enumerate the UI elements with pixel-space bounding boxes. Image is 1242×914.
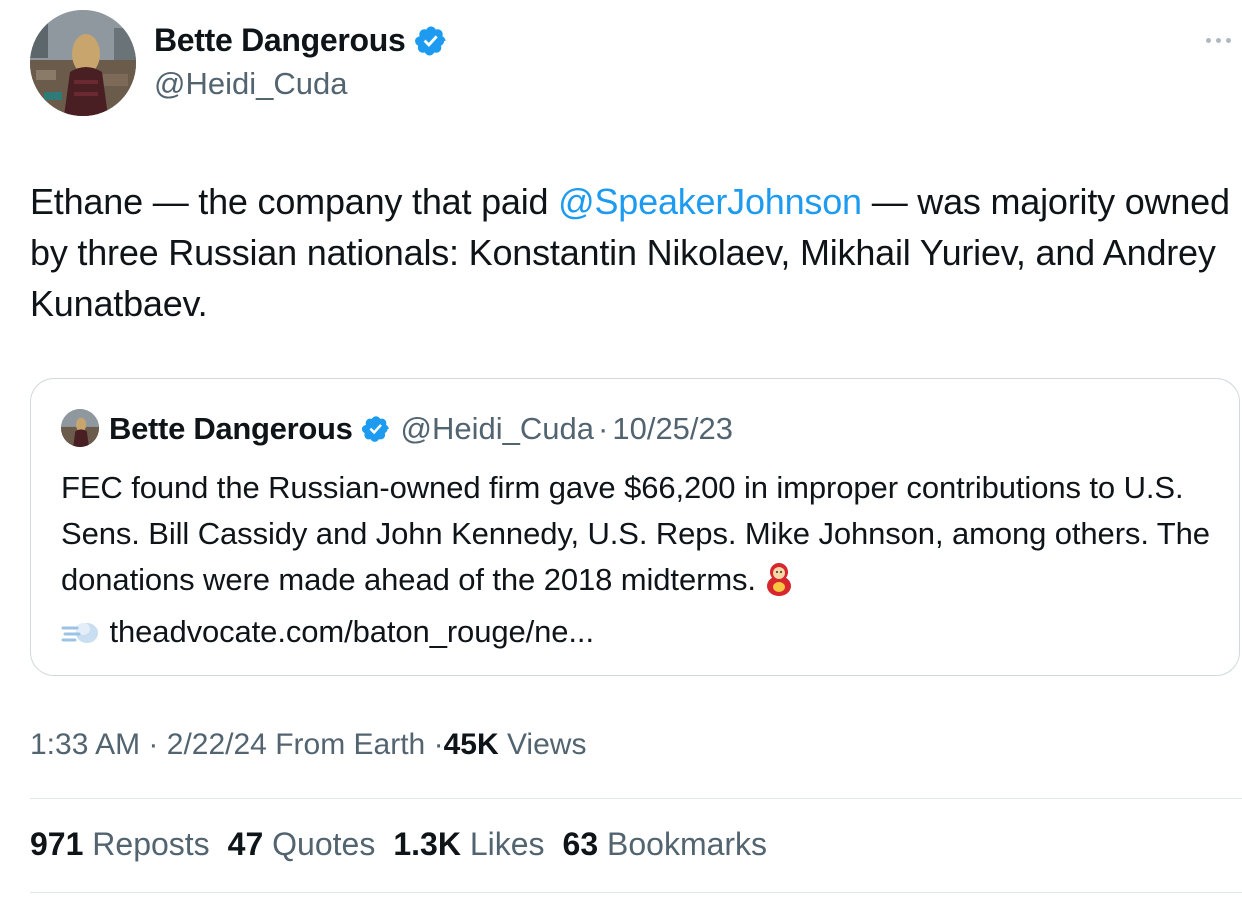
tweet-time[interactable]: 1:33 AM — [30, 728, 140, 761]
quotes-stat[interactable]: 47 Quotes — [228, 826, 376, 863]
likes-count: 1.3K — [393, 826, 461, 862]
divider — [30, 798, 1242, 799]
quoted-display-name[interactable]: Bette Dangerous — [109, 411, 353, 447]
avatar-image — [30, 10, 136, 116]
quotes-count: 47 — [227, 826, 264, 862]
views-count: 45K — [443, 728, 499, 761]
dash-icon — [61, 615, 101, 661]
reposts-stat[interactable]: 971 Reposts — [30, 826, 210, 863]
bookmarks-label: Bookmarks — [607, 826, 768, 862]
tweet-date[interactable]: 2/22/24 — [167, 728, 267, 761]
reposts-label: Reposts — [92, 826, 210, 862]
quoted-tweet-card[interactable]: Bette Dangerous @Heidi_Cuda · 10/25/23 F… — [30, 378, 1240, 676]
author-display-name[interactable]: Bette Dangerous — [154, 22, 448, 59]
verified-badge-icon[interactable] — [414, 24, 448, 58]
bookmarks-count: 63 — [562, 826, 599, 862]
quoted-header: Bette Dangerous @Heidi_Cuda · 10/25/23 — [109, 409, 733, 449]
tweet-detail: Bette Dangerous @Heidi_Cuda Ethane — the… — [0, 0, 1242, 914]
quotes-label: Quotes — [272, 826, 376, 862]
tweet-text: Ethane — the company that paid @SpeakerJ… — [30, 176, 1230, 329]
divider-bottom — [30, 892, 1242, 893]
bookmarks-stat[interactable]: 63 Bookmarks — [563, 826, 768, 863]
quoted-avatar-image — [61, 409, 99, 447]
quoted-text: FEC found the Russian-owned firm gave $6… — [61, 465, 1221, 661]
quoted-avatar[interactable] — [61, 409, 99, 447]
mention-link[interactable]: @SpeakerJohnson — [558, 181, 862, 222]
views-label: Views — [506, 728, 587, 761]
tweet-source: From Earth — [275, 728, 426, 761]
meta-separator-2: · — [433, 728, 444, 761]
quoted-date[interactable]: 10/25/23 — [612, 411, 733, 447]
more-options-icon[interactable] — [1206, 34, 1238, 46]
author-name-text[interactable]: Bette Dangerous — [154, 22, 406, 59]
likes-label: Likes — [469, 826, 545, 862]
reposts-count: 971 — [30, 826, 84, 862]
avatar[interactable] — [30, 10, 136, 116]
quoted-verified-badge-icon — [361, 414, 391, 444]
author-handle[interactable]: @Heidi_Cuda — [154, 66, 347, 102]
meta-separator: · — [148, 728, 159, 761]
quoted-link[interactable]: theadvocate.com/baton_rouge/ne... — [110, 614, 595, 649]
tweet-meta: 1:33 AM · 2/22/24 From Earth ·45K Views — [30, 728, 586, 762]
tweet-text-before: Ethane — the company that paid — [30, 181, 559, 222]
likes-stat[interactable]: 1.3K Likes — [393, 826, 544, 863]
quoted-separator: · — [598, 411, 609, 446]
quoted-text-body: FEC found the Russian-owned firm gave $6… — [61, 470, 1210, 597]
engagement-stats: 971 Reposts 47 Quotes 1.3K Likes 63 Book… — [30, 826, 767, 863]
nesting-doll-icon — [764, 562, 794, 609]
quoted-handle[interactable]: @Heidi_Cuda — [401, 411, 594, 447]
